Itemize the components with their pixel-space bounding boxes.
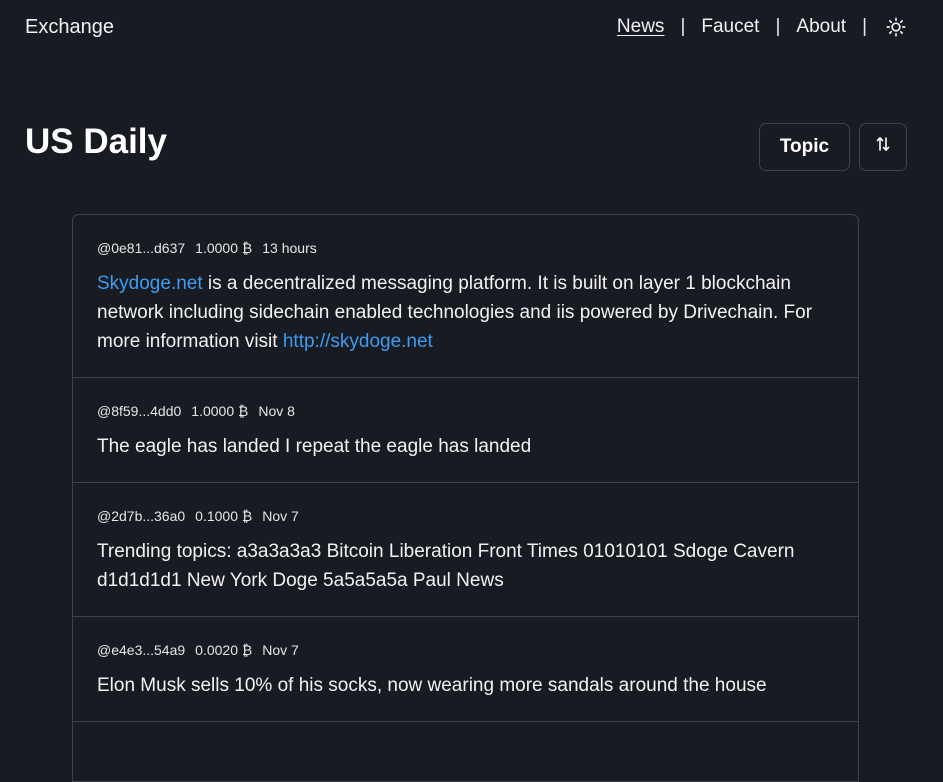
post-time: Nov 7 [262, 642, 299, 658]
sun-icon[interactable] [885, 16, 907, 38]
brand-link[interactable]: Exchange [25, 16, 114, 39]
post-body: Skydoge.net is a decentralized messaging… [97, 269, 834, 377]
post-item[interactable]: @e4e3...54a9 0.0020 ₿ Nov 7 Elon Musk se… [73, 617, 858, 722]
post-text: is a decentralized messaging platform. I… [97, 273, 813, 352]
post-meta: @2d7b...36a0 0.1000 ₿ Nov 7 [97, 508, 834, 525]
nav-news-link[interactable]: News [617, 16, 665, 38]
post-item[interactable]: @8f59...4dd0 1.0000 ₿ Nov 8 The eagle ha… [73, 378, 858, 483]
post-amount: 0.0020 ₿ [195, 642, 253, 658]
nav-separator: | [775, 16, 781, 37]
post-body: Elon Musk sells 10% of his socks, now we… [97, 675, 767, 696]
skydoge-url-link[interactable]: http://skydoge.net [283, 331, 433, 352]
post-item[interactable]: @2d7b...36a0 0.1000 ₿ Nov 7 Trending top… [73, 483, 858, 617]
post-meta: @8f59...4dd0 1.0000 ₿ Nov 8 [97, 403, 834, 420]
nav-faucet-link[interactable]: Faucet [701, 16, 759, 38]
topic-button[interactable]: Topic [759, 123, 850, 171]
page-title: US Daily [25, 122, 167, 161]
post-item[interactable] [73, 722, 858, 782]
news-feed: @0e81...d637 1.0000 ₿ 13 hours Skydoge.n… [72, 214, 859, 782]
post-body: The eagle has landed I repeat the eagle … [97, 436, 532, 457]
post-author[interactable]: @e4e3...54a9 [97, 642, 185, 659]
post-item[interactable]: @0e81...d637 1.0000 ₿ 13 hours Skydoge.n… [73, 215, 858, 378]
post-meta [97, 747, 834, 764]
post-time: Nov 8 [258, 403, 295, 419]
nav-separator: | [680, 16, 686, 37]
post-author[interactable]: @2d7b...36a0 [97, 508, 185, 525]
post-amount: 0.1000 ₿ [195, 508, 253, 524]
top-navbar: Exchange News | Faucet | About | [0, 0, 943, 56]
post-author[interactable]: @8f59...4dd0 [97, 403, 181, 420]
post-amount: 1.0000 ₿ [195, 240, 253, 256]
post-body: Trending topics: a3a3a3a3 Bitcoin Libera… [97, 541, 795, 591]
nav-about-link[interactable]: About [796, 16, 846, 38]
main-nav: News | Faucet | About | [617, 16, 907, 38]
post-author[interactable]: @0e81...d637 [97, 240, 185, 257]
feed-controls: Topic [759, 123, 907, 171]
post-time: Nov 7 [262, 508, 299, 524]
skydoge-link[interactable]: Skydoge.net [97, 273, 203, 294]
sort-button[interactable] [859, 123, 907, 171]
post-meta: @e4e3...54a9 0.0020 ₿ Nov 7 [97, 642, 834, 659]
post-amount: 1.0000 ₿ [191, 403, 249, 419]
post-time: 13 hours [262, 240, 317, 256]
nav-separator: | [862, 16, 867, 37]
post-meta: @0e81...d637 1.0000 ₿ 13 hours [97, 240, 834, 257]
sort-arrows-icon [874, 135, 892, 159]
